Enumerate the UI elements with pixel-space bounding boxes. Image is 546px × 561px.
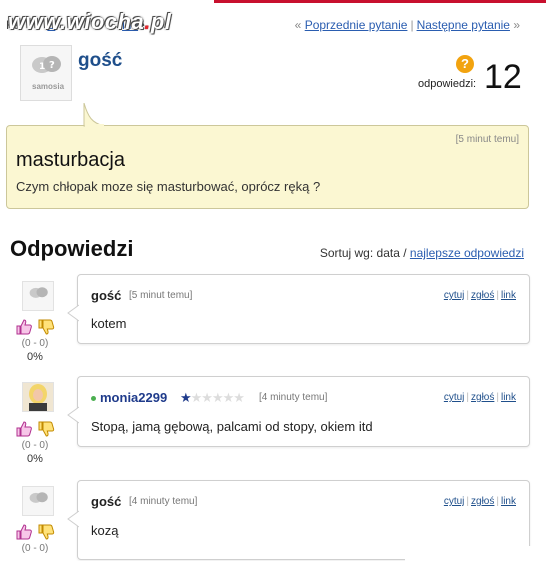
thumbs-down-icon[interactable] — [37, 420, 55, 438]
question-mark-icon: ? — [456, 55, 474, 73]
speech-bubble-tail — [67, 304, 79, 322]
top-accent-bar — [214, 0, 546, 3]
answer-actions: cytuj | zgłoś | link — [443, 290, 516, 301]
asker-name: gość — [78, 50, 123, 71]
speech-bubble-tail — [67, 406, 79, 424]
permalink[interactable]: link — [501, 496, 516, 507]
answer-time: [4 minuty temu] — [259, 392, 328, 403]
report-link[interactable]: zgłoś — [471, 290, 494, 301]
vote-percent: 0% — [27, 453, 43, 465]
speech-bubble-tail — [83, 103, 105, 127]
answer-actions: cytuj | zgłoś | link — [443, 496, 516, 507]
star-half-icon: ★ — [180, 390, 192, 405]
answers-count-label: odpowiedzi: — [418, 78, 477, 90]
permalink[interactable]: link — [501, 392, 516, 403]
sort-options: Sortuj wg: data / najlepsze odpowiedzi — [319, 246, 524, 260]
svg-text:1: 1 — [39, 62, 45, 72]
samosia-logo-icon — [29, 492, 48, 503]
answer-text: kozą — [91, 523, 119, 538]
thumbs-down-icon[interactable] — [37, 523, 55, 541]
speech-bubble-tail — [67, 510, 79, 528]
vote-panel: (0 - 0) — [13, 523, 57, 555]
samosia-logo-icon: 1 ? — [32, 56, 61, 73]
answer-avatar[interactable] — [22, 486, 54, 516]
thumbs-up-icon[interactable] — [15, 523, 33, 541]
vote-percent: 0% — [27, 351, 43, 363]
user-avatar-photo[interactable] — [22, 382, 54, 412]
sort-current: data — [376, 246, 400, 260]
answer-box: monia2299 ★★★★★★ [4 minuty temu] cytuj | z… — [67, 376, 530, 447]
next-question-link[interactable]: Następne pytanie — [417, 18, 510, 32]
vote-panel: (0 - 0) 0% — [13, 318, 57, 364]
thumbs-up-icon[interactable] — [15, 420, 33, 438]
samosia-logo-icon — [29, 287, 48, 298]
report-link[interactable]: zgłoś — [471, 496, 494, 507]
samosia-logo-text: samosia — [32, 82, 65, 91]
answer-author-user[interactable]: monia2299 — [91, 390, 167, 405]
vote-count: (0 - 0) — [21, 543, 49, 554]
permalink[interactable]: link — [501, 290, 516, 301]
question-navigation: « Poprzednie pytanie | Następne pytanie » — [294, 18, 520, 32]
answers-heading: Odpowiedzi — [10, 236, 134, 261]
report-link[interactable]: zgłoś — [471, 392, 494, 403]
previous-question-link[interactable]: Poprzednie pytanie — [305, 18, 408, 32]
answer-author: gość — [91, 288, 122, 303]
question-box: [5 minut temu] masturbacja Czym chłopak … — [6, 125, 529, 209]
answers-count-value: 12 — [484, 58, 522, 96]
answer-box: gość [5 minut temu] cytuj | zgłoś | link kot… — [67, 274, 530, 344]
online-status-icon — [91, 396, 96, 402]
answer-time: [5 minut temu] — [129, 290, 193, 301]
answer-text: Stopą, jamą gębową, palcami od stopy, ok… — [91, 419, 373, 434]
question-text: Czym chłopak moze się masturbować, opróc… — [16, 179, 321, 194]
user-photo-icon — [23, 383, 53, 411]
sort-best-answers-link[interactable]: najlepsze odpowiedzi — [410, 246, 524, 260]
thumbs-down-icon[interactable] — [37, 318, 55, 336]
svg-text:?: ? — [49, 60, 55, 71]
quote-link[interactable]: cytuj — [444, 392, 465, 403]
thumbs-up-icon[interactable] — [15, 318, 33, 336]
answer-actions: cytuj | zgłoś | link — [443, 392, 516, 403]
answer-avatar[interactable] — [22, 281, 54, 311]
quote-link[interactable]: cytuj — [444, 496, 465, 507]
answer-text: kotem — [91, 316, 127, 331]
question-time: [5 minut temu] — [455, 134, 519, 145]
answer-time: [4 minuty temu] — [129, 496, 198, 507]
quote-link[interactable]: cytuj — [444, 290, 465, 301]
question-title: masturbacja — [16, 149, 125, 171]
user-rating-stars: ★★★★★★ — [180, 390, 245, 405]
vote-count: (0 - 0) — [21, 338, 49, 349]
vote-count: (0 - 0) — [21, 440, 49, 451]
asker-avatar[interactable]: 1 ? samosia — [20, 45, 72, 101]
torn-edge-overlay — [405, 546, 546, 561]
vote-panel: (0 - 0) 0% — [13, 420, 57, 466]
answer-author: gość — [91, 494, 122, 509]
watermark-logo: www.wiocha.pl — [8, 9, 172, 34]
